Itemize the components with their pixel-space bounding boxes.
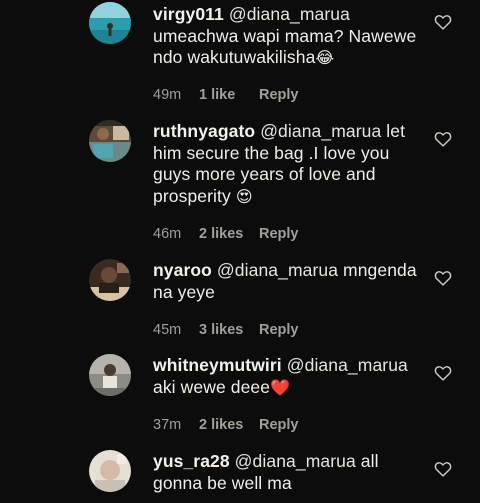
comment-username[interactable]: virgy011 [153, 4, 224, 24]
avatar[interactable] [89, 450, 131, 492]
portrait-avatar-icon [89, 259, 131, 301]
avatar[interactable] [89, 259, 131, 301]
comment-meta: 49m 1 like Reply [153, 87, 299, 103]
laughing-emoji: 😂 [315, 48, 335, 67]
red-heart-emoji: ❤️ [270, 377, 291, 397]
heart-outline-icon[interactable] [434, 365, 452, 381]
light-avatar-icon [89, 450, 131, 492]
comment-time: 46m [153, 226, 182, 242]
comment-time: 45m [153, 322, 182, 338]
comment-body: aki wewe deee [153, 376, 271, 397]
reply-button[interactable]: Reply [259, 87, 299, 103]
comment-mention[interactable]: @diana_marua [235, 451, 356, 471]
comment-username[interactable]: ruthnyagato [153, 121, 255, 141]
comment-body: umeachwa wapi mama? Nawewe ndo wakutuwak… [153, 25, 417, 68]
pool-avatar-icon [89, 120, 131, 162]
person-avatar-icon [89, 354, 131, 396]
comment-likes[interactable]: 2 likes [199, 417, 259, 433]
comment-mention[interactable]: @diana_marua [260, 121, 381, 141]
heart-outline-icon[interactable] [434, 131, 452, 147]
heart-outline-icon[interactable] [434, 461, 452, 477]
comment-username[interactable]: nyaroo [153, 260, 212, 280]
comment-text: nyaroo @diana_marua mngenda na yeye [153, 260, 423, 303]
comment-mention[interactable]: @diana_marua [229, 4, 350, 24]
comment-text: ruthnyagato @diana_marua let him secure … [153, 121, 423, 207]
reply-button[interactable]: Reply [259, 322, 299, 338]
comment-meta: 37m 2 likes Reply [153, 417, 299, 433]
reply-button[interactable]: Reply [259, 226, 299, 242]
heart-outline-icon[interactable] [434, 270, 452, 286]
comment-username[interactable]: yus_ra28 [153, 451, 230, 471]
comment-username[interactable]: whitneymutwiri [153, 355, 282, 375]
comment-likes[interactable]: 1 like [199, 87, 259, 103]
comment-mention[interactable]: @diana_marua [287, 355, 408, 375]
comment-text: yus_ra28 @diana_marua all gonna be well … [153, 451, 423, 494]
avatar[interactable] [89, 120, 131, 162]
comment-text: virgy011 @diana_marua umeachwa wapi mama… [153, 4, 423, 69]
comment-meta: 46m 2 likes Reply [153, 226, 299, 242]
comment-mention[interactable]: @diana_marua [217, 260, 338, 280]
comment-time: 37m [153, 417, 182, 433]
heart-eyes-emoji: 😍 [235, 186, 253, 206]
comment-likes[interactable]: 3 likes [199, 322, 259, 338]
reply-button[interactable]: Reply [259, 417, 299, 433]
avatar[interactable] [89, 354, 131, 396]
comment-meta: 45m 3 likes Reply [153, 322, 299, 338]
beach-avatar-icon [89, 2, 131, 44]
comment-time: 49m [153, 87, 182, 103]
comment-text: whitneymutwiri @diana_marua aki wewe dee… [153, 355, 423, 398]
avatar[interactable] [89, 2, 131, 44]
heart-outline-icon[interactable] [434, 14, 452, 30]
comment-likes[interactable]: 2 likes [199, 226, 259, 242]
